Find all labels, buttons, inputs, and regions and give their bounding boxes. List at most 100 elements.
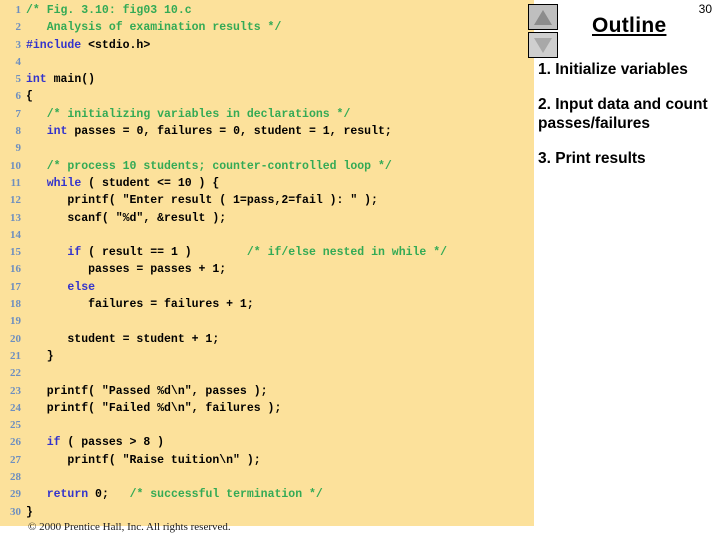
- code-line: 6{: [0, 88, 534, 105]
- code-line-text: return 0; /* successful termination */: [21, 486, 323, 503]
- outline-item-3: 3. Print results: [538, 150, 646, 167]
- line-number: 12: [10, 194, 21, 207]
- line-number: 15: [10, 246, 21, 259]
- code-line-text: if ( passes > 8 ): [21, 434, 164, 451]
- code-line: 21 }: [0, 348, 534, 365]
- code-token-cmt: /* initializing variables in declaration…: [26, 107, 351, 121]
- code-line-text: failures = failures + 1;: [21, 296, 254, 313]
- code-token-kw: else: [67, 280, 96, 294]
- line-number: 21: [10, 349, 21, 362]
- code-token-cmt: /* process 10 students; counter-controll…: [26, 159, 392, 173]
- line-number: 5: [15, 73, 22, 86]
- code-token-plain: }: [26, 505, 33, 519]
- code-line: 15 if ( result == 1 ) /* if/else nested …: [0, 244, 534, 261]
- code-token-kw: if: [46, 436, 61, 450]
- triangle-down-icon: [534, 37, 552, 53]
- code-line: 19: [0, 313, 534, 330]
- line-number: 18: [10, 298, 21, 311]
- code-line: 11 while ( student <= 10 ) {: [0, 175, 534, 192]
- line-number: 4: [15, 55, 22, 68]
- code-line-text: /* process 10 students; counter-controll…: [21, 158, 392, 175]
- code-line-text: Analysis of examination results */: [21, 19, 282, 36]
- code-token-cmt: Analysis of examination results */: [26, 21, 282, 35]
- code-line-text: int main(): [21, 71, 95, 88]
- code-line: 1 /* Fig. 3.10: fig03 10.c: [0, 2, 534, 19]
- code-line: 20 student = student + 1;: [0, 331, 534, 348]
- code-line: 5 int main(): [0, 71, 534, 88]
- code-token-cmt: /* successful termination */: [129, 488, 323, 502]
- code-token-plain: passes = passes + 1;: [26, 263, 227, 277]
- code-line: 23 printf( "Passed %d\n", passes );: [0, 383, 534, 400]
- code-token-plain: printf( "Passed %d\n", passes );: [26, 384, 268, 398]
- code-token-plain: main(): [46, 73, 96, 87]
- code-line: 17 else: [0, 279, 534, 296]
- outline-item-list: 1. Initialize variables 2. Input data and…: [538, 60, 720, 184]
- line-number: 10: [10, 159, 21, 172]
- code-slide-panel: 1 /* Fig. 3.10: fig03 10.c 2 Analysis of e…: [0, 0, 534, 526]
- code-line-text: /* initializing variables in declaration…: [21, 106, 351, 123]
- code-line: 26 if ( passes > 8 ): [0, 434, 534, 451]
- line-number: 3: [15, 38, 22, 51]
- code-line-text: {: [21, 88, 33, 105]
- scroll-up-button[interactable]: [528, 4, 558, 30]
- code-line: 30}: [0, 504, 534, 521]
- code-line: 25: [0, 417, 534, 434]
- code-token-plain: ( passes > 8 ): [60, 436, 165, 450]
- code-token-plain: ( result == 1 ): [81, 246, 247, 260]
- code-line: 13 scanf( "%d", &result );: [0, 210, 534, 227]
- code-line: 22: [0, 365, 534, 382]
- code-line: 12 printf( "Enter result ( 1=pass,2=fail…: [0, 192, 534, 209]
- code-token-pp: #include: [26, 38, 82, 52]
- code-line-text: student = student + 1;: [21, 331, 219, 348]
- code-line: 28: [0, 469, 534, 486]
- code-token-kw: while: [46, 176, 82, 190]
- line-number: 16: [10, 263, 21, 276]
- outline-title: Outline: [592, 14, 667, 37]
- code-line: 9: [0, 140, 534, 157]
- code-line-text: #include <stdio.h>: [21, 37, 150, 54]
- code-token-plain: ( student <= 10 ) {: [81, 176, 220, 190]
- code-line: 18 failures = failures + 1;: [0, 296, 534, 313]
- code-line: 27 printf( "Raise tuition\n" );: [0, 452, 534, 469]
- line-number: 23: [10, 384, 21, 397]
- triangle-up-icon: [534, 9, 552, 25]
- code-token-kw: int: [26, 73, 47, 87]
- code-line-text: passes = passes + 1;: [21, 261, 226, 278]
- line-number: 24: [10, 401, 21, 414]
- outline-item-1: 1. Initialize variables: [538, 61, 688, 78]
- code-token-plain: }: [26, 349, 54, 363]
- line-number: 29: [10, 488, 21, 501]
- code-line: 8 int passes = 0, failures = 0, student …: [0, 123, 534, 140]
- line-number: 17: [10, 280, 21, 293]
- code-line-text: }: [21, 348, 54, 365]
- scroll-down-button[interactable]: [528, 32, 558, 58]
- code-token-plain: student = student + 1;: [26, 332, 220, 346]
- code-line-text: else: [21, 279, 95, 296]
- code-token-kw: if: [67, 246, 82, 260]
- scroll-button-group: [528, 4, 562, 60]
- code-token-plain: printf( "Enter result ( 1=pass,2=fail ):…: [26, 194, 378, 208]
- code-listing: 1 /* Fig. 3.10: fig03 10.c 2 Analysis of e…: [0, 2, 534, 521]
- code-line-text: printf( "Passed %d\n", passes );: [21, 383, 268, 400]
- code-token-plain: failures = failures + 1;: [26, 298, 254, 312]
- code-token-plain: printf( "Raise tuition\n" );: [26, 453, 261, 467]
- code-line: 4: [0, 54, 534, 71]
- line-number: 26: [10, 436, 21, 449]
- line-number: 30: [10, 505, 21, 518]
- code-line: 2 Analysis of examination results */: [0, 19, 534, 36]
- copyright-footer: © 2000 Prentice Hall, Inc. All rights re…: [28, 521, 231, 533]
- code-token-plain: printf( "Failed %d\n", failures );: [26, 401, 282, 415]
- line-number: 20: [10, 332, 21, 345]
- code-line: 14: [0, 227, 534, 244]
- line-number: 27: [10, 453, 21, 466]
- code-token-plain: passes = 0, failures = 0, student = 1, r…: [67, 125, 392, 139]
- line-number: 2: [15, 21, 22, 34]
- code-token-plain: {: [26, 90, 33, 104]
- line-number: 7: [15, 107, 22, 120]
- code-line-text: printf( "Raise tuition\n" );: [21, 452, 261, 469]
